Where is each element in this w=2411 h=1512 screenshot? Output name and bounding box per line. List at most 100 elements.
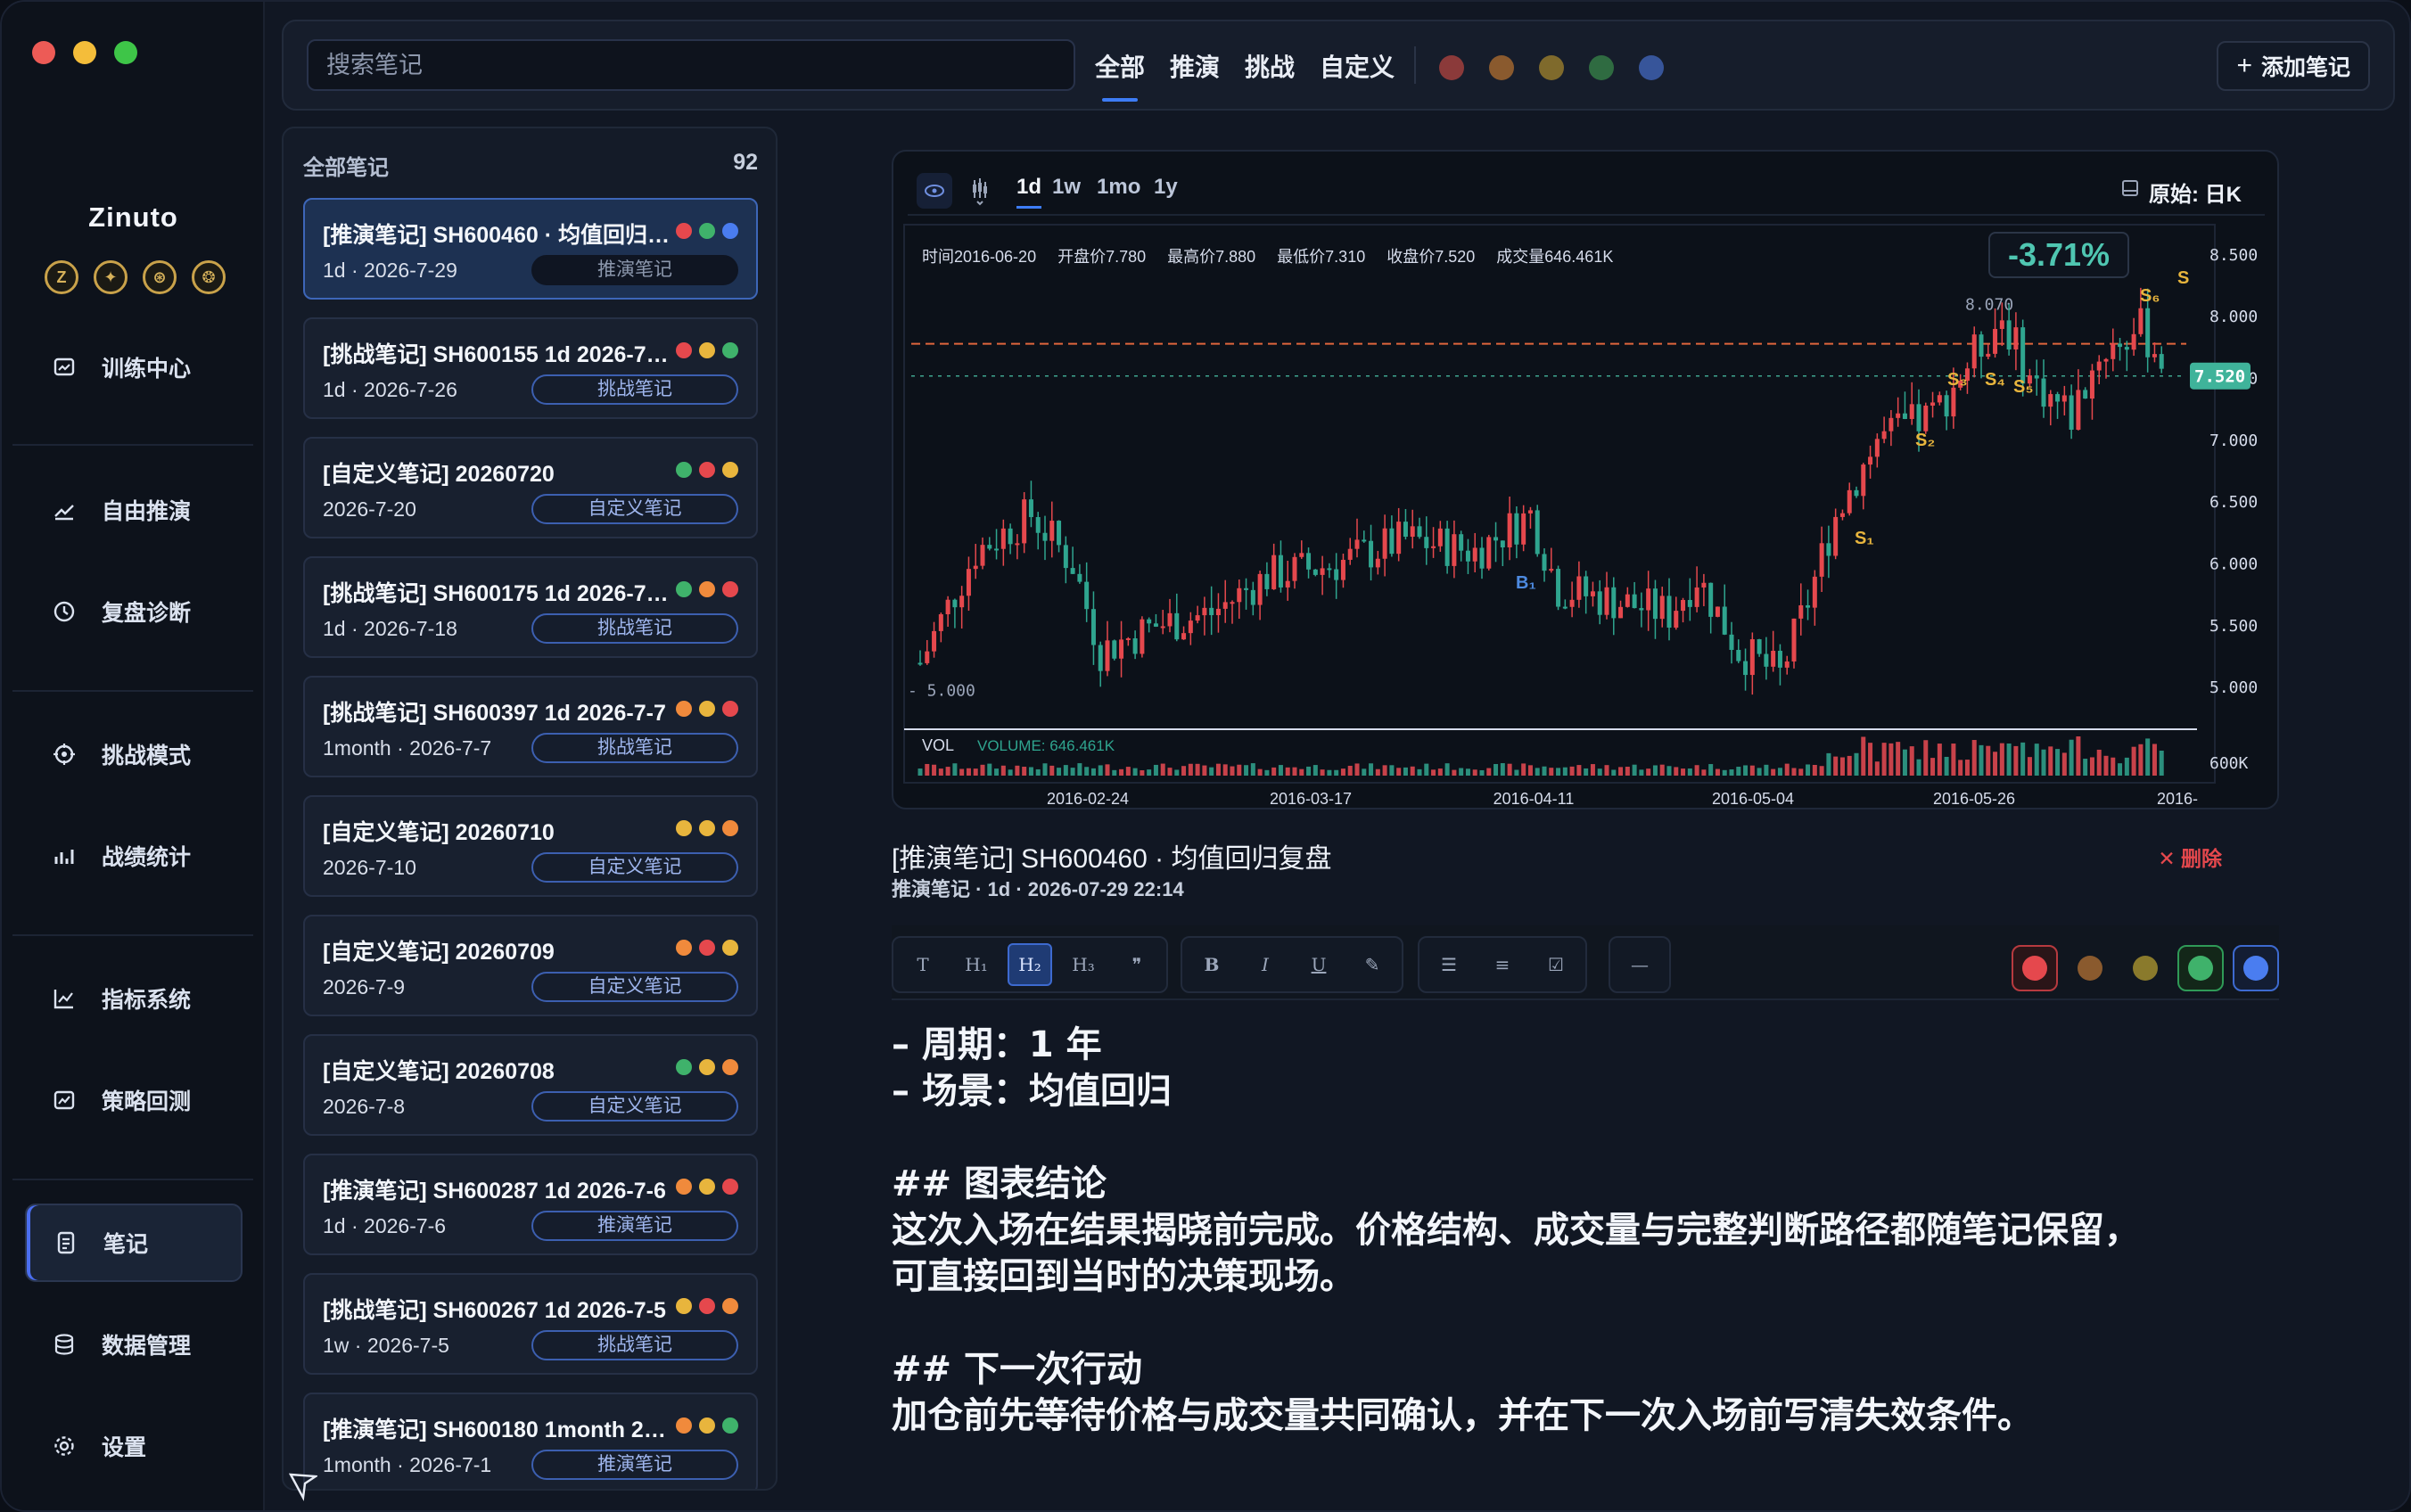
- volume-bar: [1951, 744, 1956, 776]
- volume-bar: [1562, 767, 1568, 776]
- note-card-meta: 1month · 2026-7-7: [323, 736, 492, 760]
- italic-button[interactable]: I: [1243, 943, 1288, 986]
- sidebar-item-settings[interactable]: 设置: [25, 1407, 243, 1485]
- note-card[interactable]: [自定义笔记] 20260708 2026-7-8 自定义笔记: [303, 1034, 758, 1136]
- candle: [1874, 439, 1880, 457]
- candle: [1174, 612, 1180, 640]
- volume-bar: [2118, 763, 2123, 776]
- search-input[interactable]: [307, 39, 1075, 91]
- tab-all[interactable]: 全部: [1095, 48, 1145, 102]
- note-card[interactable]: [挑战笔记] SH600155 1d 2026-7-26 1d · 2026-7-…: [303, 317, 758, 419]
- volume-bar: [959, 768, 965, 776]
- timeframe-1y[interactable]: 1y: [1154, 175, 1178, 200]
- heading-3-button[interactable]: H₃: [1061, 943, 1106, 986]
- candle: [2096, 361, 2102, 371]
- sidebar-item-indicators[interactable]: 指标系统: [25, 959, 243, 1038]
- sidebar-item-challenge[interactable]: 挑战模式: [25, 715, 243, 793]
- volume-bar: [1542, 766, 1547, 776]
- close-window-button[interactable]: [32, 41, 55, 64]
- note-card[interactable]: [推演笔记] SH600460 · 均值回归复盘 1d · 2026-7-29 推演…: [303, 198, 758, 300]
- bold-button[interactable]: B: [1189, 943, 1234, 986]
- volume-bar: [2096, 749, 2102, 776]
- note-card-title: [挑战笔记] SH600175 1d 2026-7-18: [323, 581, 671, 606]
- highlight-button[interactable]: ✎: [1350, 943, 1395, 986]
- note-color-yellow[interactable]: [2122, 945, 2168, 991]
- ohlc-volume: 成交量646.461K: [1496, 248, 1614, 266]
- volume-bar: [1777, 768, 1782, 776]
- sidebar-item-data-management[interactable]: 数据管理: [25, 1305, 243, 1384]
- tab-challenge[interactable]: 挑战: [1245, 48, 1295, 84]
- note-card-meta: 1d · 2026-7-18: [323, 617, 457, 640]
- volume-bar: [980, 764, 985, 776]
- horizontal-rule-button[interactable]: —: [1617, 943, 1662, 986]
- note-card[interactable]: [挑战笔记] SH600175 1d 2026-7-18 1d · 2026-7-…: [303, 556, 758, 658]
- note-card[interactable]: [挑战笔记] SH600267 1d 2026-7-5 1w · 2026-7-5…: [303, 1273, 758, 1375]
- trade-marker: S₁: [1855, 529, 1874, 548]
- tab-practice[interactable]: 推演: [1170, 48, 1220, 84]
- checklist-button[interactable]: ☑: [1534, 943, 1578, 986]
- note-color-blue[interactable]: [2233, 945, 2279, 991]
- sidebar-item-free-practice[interactable]: 自由推演: [25, 471, 243, 549]
- note-card[interactable]: [挑战笔记] SH600397 1d 2026-7-7 1month · 2026…: [303, 676, 758, 777]
- delete-note-button[interactable]: ✕ 删除: [2158, 842, 2222, 872]
- minimize-window-button[interactable]: [73, 41, 96, 64]
- kline-chart[interactable]: 8.5008.0007.5007.0006.5006.0005.5005.000…: [892, 150, 2279, 809]
- volume-bar: [1764, 764, 1769, 776]
- note-title: [推演笔记] SH600460 · 均值回归复盘: [892, 844, 1332, 874]
- volume-bar: [1244, 765, 1249, 776]
- ohlc-open: 开盘价7.780: [1057, 248, 1147, 266]
- volume-label: VOL: [922, 736, 954, 754]
- eye-icon[interactable]: [917, 173, 952, 209]
- color-filter-yellow[interactable]: [1539, 55, 1564, 80]
- note-color-red[interactable]: [2012, 945, 2058, 991]
- badge-icon: Z: [45, 260, 78, 294]
- sidebar-item-review[interactable]: 复盘诊断: [25, 572, 243, 651]
- candle: [2083, 390, 2088, 399]
- chart-mode-label[interactable]: 原始: 日K: [2149, 177, 2242, 208]
- color-dot: [699, 940, 715, 956]
- note-card[interactable]: [自定义笔记] 20260710 2026-7-10 自定义笔记: [303, 795, 758, 897]
- note-color-orange[interactable]: [2067, 945, 2113, 991]
- candle: [1049, 521, 1055, 541]
- note-body-editor[interactable]: – 周期：1 年 – 场景：均值回归 ## 图表结论 这次入场在结果揭晓前完成。…: [892, 1022, 2318, 1439]
- candle: [1396, 522, 1402, 555]
- heading-2-button[interactable]: H₂: [1008, 943, 1052, 986]
- underline-button[interactable]: U: [1296, 943, 1341, 986]
- add-note-button[interactable]: + 添加笔记: [2217, 41, 2370, 91]
- sidebar-item-stats[interactable]: 战绩统计: [25, 817, 243, 895]
- note-card[interactable]: [自定义笔记] 20260709 2026-7-9 自定义笔记: [303, 915, 758, 1016]
- tab-custom[interactable]: 自定义: [1320, 48, 1395, 84]
- note-color-green[interactable]: [2177, 945, 2224, 991]
- heading-1-button[interactable]: H₁: [954, 943, 999, 986]
- candle: [1389, 528, 1395, 555]
- volume-bar: [1049, 765, 1055, 776]
- timeframe-1w[interactable]: 1w: [1052, 175, 1081, 200]
- note-card[interactable]: [自定义笔记] 20260720 2026-7-20 自定义笔记: [303, 437, 758, 538]
- candlestick-icon[interactable]: [970, 177, 990, 213]
- timeframe-1mo[interactable]: 1mo: [1097, 175, 1140, 200]
- volume-bar: [1119, 768, 1124, 776]
- candle: [1652, 588, 1658, 620]
- note-card[interactable]: [推演笔记] SH600287 1d 2026-7-6 1d · 2026-7-6…: [303, 1154, 758, 1255]
- color-filter-red[interactable]: [1439, 55, 1464, 80]
- color-filter-green[interactable]: [1589, 55, 1614, 80]
- sidebar-item-notes[interactable]: 笔记: [25, 1204, 243, 1282]
- candle: [1119, 639, 1124, 659]
- numbered-list-button[interactable]: ≡: [1480, 943, 1525, 986]
- candle: [1153, 623, 1158, 627]
- candle: [1659, 596, 1665, 620]
- color-filter-orange[interactable]: [1489, 55, 1514, 80]
- quote-button[interactable]: ❞: [1115, 943, 1159, 986]
- maximize-window-button[interactable]: [114, 41, 137, 64]
- text-style-button[interactable]: T: [901, 943, 945, 986]
- timeframe-1d[interactable]: 1d: [1016, 175, 1042, 209]
- volume-bar: [2069, 739, 2074, 776]
- color-dot: [699, 223, 715, 239]
- volume-bar: [1354, 763, 1360, 776]
- panel-icon[interactable]: [2120, 178, 2140, 204]
- bullet-list-button[interactable]: ☰: [1427, 943, 1471, 986]
- color-filter-blue[interactable]: [1639, 55, 1664, 80]
- sidebar-item-backtest[interactable]: 策略回测: [25, 1061, 243, 1139]
- sidebar-item-training[interactable]: 训练中心: [25, 328, 243, 407]
- note-card[interactable]: [推演笔记] SH600180 1month 2026-7-1 1month · …: [303, 1393, 758, 1489]
